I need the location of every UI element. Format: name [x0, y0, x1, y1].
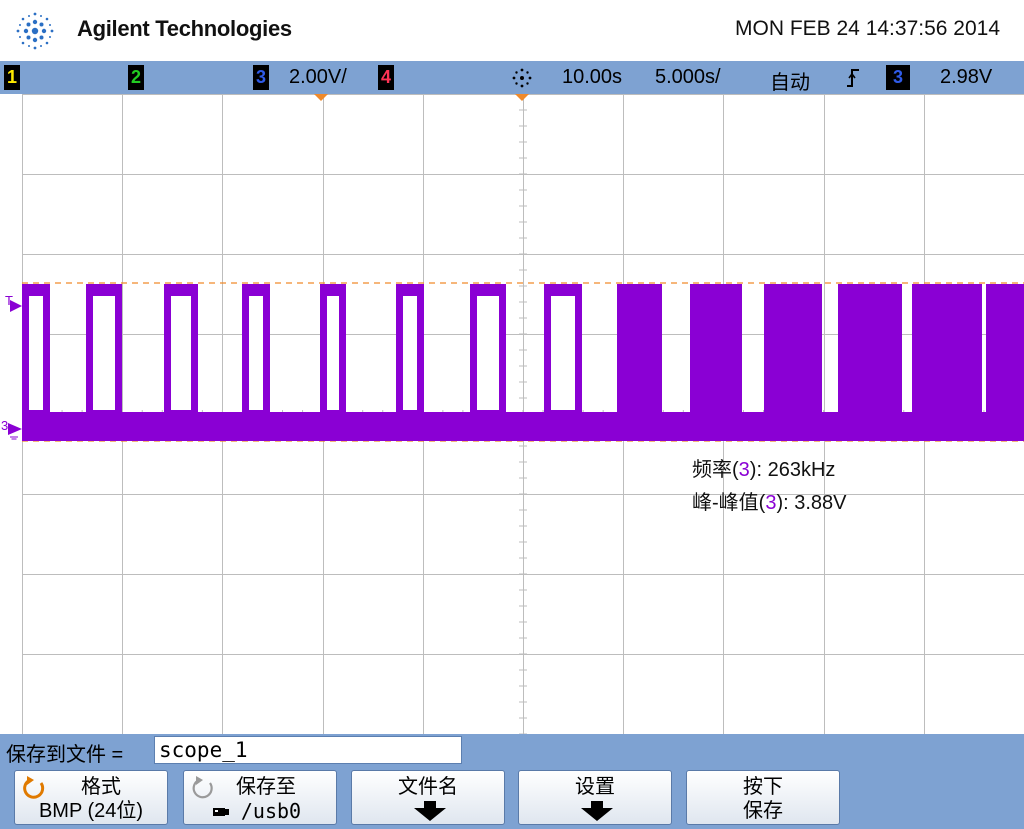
save-to-file-label: 保存到文件 = [6, 744, 124, 766]
frequency-label: 频率( [692, 459, 739, 481]
trace-burst [912, 284, 982, 441]
time-scale: 5.000ѕ/ [655, 66, 721, 88]
trace-pulse-gap [477, 296, 499, 410]
trace-burst [617, 284, 662, 441]
softkey-bar: 格式 BMP (24位) 保存至 /usb0 文件名 设置 按下 保存 [0, 767, 1024, 829]
format-softkey-value: BMP (24位) [38, 800, 144, 822]
trace-pulse-gap [403, 296, 417, 410]
frequency-measurement: 频率(3): 263kHz [692, 453, 835, 482]
vpp-channel: 3 [765, 492, 777, 514]
trace-burst [764, 284, 822, 441]
date-time: MON FEB 24 14:37:56 2014 [735, 17, 1000, 40]
channel-2-badge[interactable]: 2 [128, 65, 144, 90]
trace-pulse-gap [327, 296, 339, 410]
filename-field[interactable]: scope_1 [154, 736, 462, 764]
save-to-softkey-title: 保存至 [236, 776, 296, 798]
trace-burst [986, 284, 1024, 441]
trace-pulse-gap [29, 296, 43, 410]
save-to-softkey-value: /usb0 [240, 799, 302, 823]
oscilloscope-screen: Agilent Technologies MON FEB 24 14:37:56… [0, 0, 1024, 829]
ground-arrow-icon [8, 423, 22, 440]
vpp-label: 峰-峰值( [692, 492, 766, 514]
press-to-save-line2: 保存 [743, 800, 783, 822]
trigger-arrow-icon [10, 300, 22, 312]
format-softkey-title: 格式 [81, 776, 121, 798]
channel-1-badge[interactable]: 1 [4, 65, 20, 90]
filename-softkey-title: 文件名 [398, 776, 458, 798]
filename-softkey[interactable]: 文件名 [351, 770, 505, 825]
waveform-display [22, 94, 1024, 734]
trigger-level: 2.98V [940, 66, 993, 88]
trace-burst [838, 284, 902, 441]
frequency-value: ): 263kHz [749, 459, 836, 481]
trace-pulse-gap [93, 296, 115, 410]
settings-softkey-title: 设置 [575, 776, 615, 798]
save-to-softkey[interactable]: 保存至 /usb0 [183, 770, 337, 825]
trigger-mode: 自动 [770, 70, 810, 94]
trace-burst [690, 284, 742, 441]
channel-4-badge[interactable]: 4 [378, 65, 394, 90]
trace-pulse-gap [249, 296, 263, 410]
down-arrow-icon [581, 801, 613, 821]
press-to-save-line1: 按下 [743, 776, 783, 798]
save-to-file-bar: 保存到文件 = scope_1 [0, 734, 1024, 767]
graticule [22, 94, 1024, 734]
time-delay: 10.00ѕ [562, 66, 623, 88]
settings-softkey[interactable]: 设置 [518, 770, 672, 825]
press-to-save-softkey[interactable]: 按下 保存 [686, 770, 840, 825]
peak-to-peak-measurement: 峰-峰值(3): 3.88V [692, 486, 847, 515]
rising-edge-icon [847, 69, 859, 87]
status-bar: 1 2 3 2.00V/ 4 10.00ѕ 5.000ѕ/ 自动 3 2.98V [0, 61, 1024, 94]
header-bar: Agilent Technologies MON FEB 24 14:37:56… [0, 0, 1024, 61]
channel-3-badge[interactable]: 3 [253, 65, 269, 90]
brand-name: Agilent Technologies [77, 16, 292, 41]
vpp-value: ): 3.88V [776, 492, 847, 514]
trace-pulse-gap [551, 296, 575, 410]
trace-pulse-gap [171, 296, 191, 410]
channel-3-scale: 2.00V/ [289, 66, 347, 88]
trigger-source-badge[interactable]: 3 [886, 65, 910, 90]
down-arrow-icon [414, 801, 446, 821]
agilent-spark-icon [16, 12, 54, 50]
format-softkey[interactable]: 格式 BMP (24位) [14, 770, 168, 825]
frequency-channel: 3 [738, 459, 750, 481]
run-star-icon [512, 68, 532, 88]
